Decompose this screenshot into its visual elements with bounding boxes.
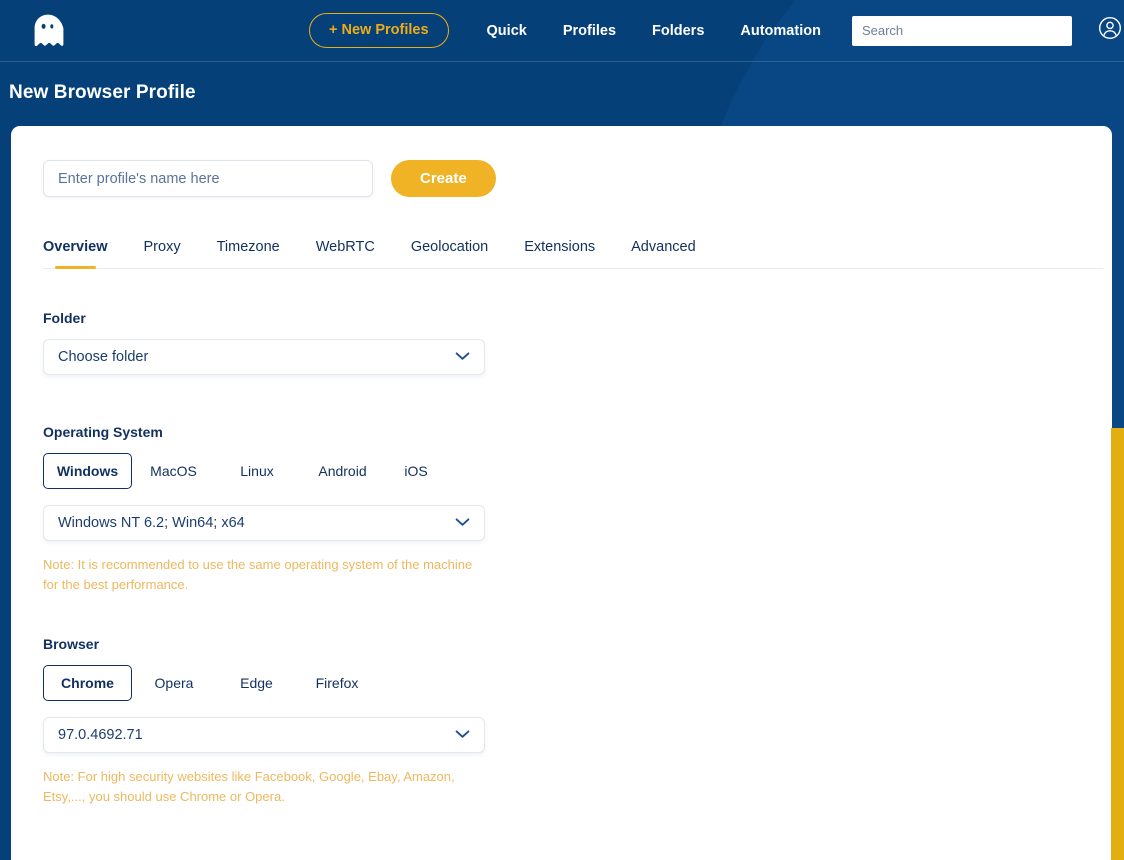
nav-center-group: + New Profiles Quick Profiles Folders Au… [309,12,1124,49]
browser-version-value: 97.0.4692.71 [58,727,143,743]
browser-note: Note: For high security websites like Fa… [43,769,455,804]
user-circle-icon [1098,16,1122,45]
page-scrollbar-thumb[interactable] [1111,428,1124,860]
browser-option-edge[interactable]: Edge [216,666,297,700]
chevron-down-icon [455,349,470,365]
nav-link-profiles[interactable]: Profiles [563,15,616,47]
nav-link-automation[interactable]: Automation [740,15,821,47]
folder-section: Folder Choose folder [43,310,1112,375]
account-menu[interactable] [1098,16,1124,45]
nav-link-quick[interactable]: Quick [487,15,527,47]
page-title: New Browser Profile [9,82,196,103]
chevron-down-icon [455,515,470,531]
search-wrapper [851,15,1072,46]
browser-option-firefox[interactable]: Firefox [297,666,377,700]
create-button[interactable]: Create [391,160,496,197]
settings-tabs: Overview Proxy Timezone WebRTC Geolocati… [43,239,1103,269]
browser-label: Browser [43,636,100,652]
ghost-icon[interactable] [24,8,72,54]
browser-version-select[interactable]: 97.0.4692.71 [43,717,485,753]
browser-option-chrome[interactable]: Chrome [43,665,132,701]
os-note: Note: It is recommended to use the same … [43,557,473,592]
new-profiles-button[interactable]: + New Profiles [309,12,449,49]
folder-select[interactable]: Choose folder [43,339,485,375]
browser-option-opera[interactable]: Opera [132,666,216,700]
os-option-linux[interactable]: Linux [215,454,299,488]
top-navbar: + New Profiles Quick Profiles Folders Au… [0,0,1124,62]
browser-section: Browser Chrome Opera Edge Firefox 97.0.4… [43,636,1112,806]
search-input[interactable] [851,15,1072,46]
nav-link-folders[interactable]: Folders [652,15,704,47]
os-version-select[interactable]: Windows NT 6.2; Win64; x64 [43,505,485,541]
tab-advanced[interactable]: Advanced [631,239,696,268]
profile-name-row: Create [43,160,1112,197]
page-scrollbar-track[interactable] [1111,62,1124,860]
content-card: Create Overview Proxy Timezone WebRTC Ge… [11,126,1112,860]
tab-geolocation[interactable]: Geolocation [411,239,488,268]
os-option-windows[interactable]: Windows [43,453,132,489]
tab-timezone[interactable]: Timezone [217,239,280,268]
tab-proxy[interactable]: Proxy [144,239,181,268]
tab-overview[interactable]: Overview [43,239,108,269]
os-option-ios[interactable]: iOS [386,454,446,488]
tab-extensions[interactable]: Extensions [524,239,595,268]
folder-select-value: Choose folder [58,349,149,365]
browser-option-group: Chrome Opera Edge Firefox [43,665,1112,701]
operating-system-section: Operating System Windows MacOS Linux And… [43,424,1112,594]
profile-name-input[interactable] [43,160,373,197]
os-version-value: Windows NT 6.2; Win64; x64 [58,515,245,531]
tab-webrtc[interactable]: WebRTC [316,239,375,268]
chevron-down-icon [455,727,470,743]
operating-system-label: Operating System [43,424,163,440]
os-option-macos[interactable]: MacOS [132,454,215,488]
os-option-android[interactable]: Android [299,454,386,488]
os-option-group: Windows MacOS Linux Android iOS [43,453,1112,489]
folder-label: Folder [43,310,86,326]
